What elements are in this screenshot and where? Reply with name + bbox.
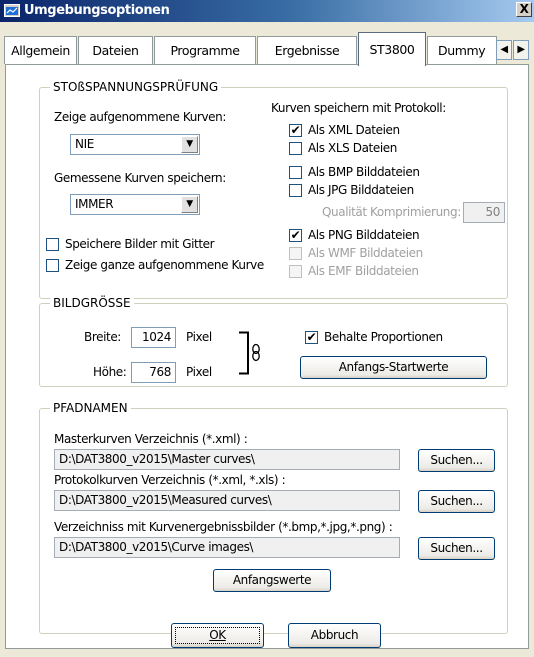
chevron-down-icon[interactable]: ▼	[181, 136, 198, 153]
tab-scroll-right-button[interactable]: ▶	[513, 40, 529, 60]
options-dialog: Umgebungsoptionen X Allgemein Dateien Pr…	[0, 0, 534, 657]
quality-label: Qualität Komprimierung:	[322, 205, 461, 219]
stoss-group-title: STOßSPANNUNGSPRÜFUNG	[50, 80, 222, 94]
protocol-dir-input[interactable]: D:\DAT3800_v2015\Measured curves\	[54, 490, 400, 511]
app-icon	[4, 4, 20, 17]
height-unit: Pixel	[186, 365, 212, 379]
as-png-label: Als PNG Bilddateien	[308, 228, 420, 242]
path-defaults-button[interactable]: Anfangswerte	[213, 569, 331, 592]
as-emf-label: Als EMF Bilddateien	[308, 264, 419, 278]
images-dir-search-button[interactable]: Suchen...	[418, 537, 495, 560]
images-dir-label: Verzeichniss mit Kurvenergebnissbilder (…	[54, 520, 393, 534]
bildgroesse-group: BILDGRÖSSE Breite: 1024 Pixel Höhe: 768 …	[39, 296, 508, 387]
bildgroesse-group-title: BILDGRÖSSE	[50, 296, 134, 310]
protocol-dir-label: Protokolkurven Verzeichnis (*.xml, *.xls…	[54, 473, 286, 487]
protocol-dir-search-button[interactable]: Suchen...	[418, 490, 495, 513]
protocol-label: Kurven speichern mit Protokoll:	[271, 101, 446, 115]
as-xls-label: Als XLS Dateien	[308, 141, 397, 155]
close-button[interactable]: X	[516, 2, 532, 17]
tab-programme[interactable]: Programme	[154, 36, 256, 64]
show-full-curve-checkbox[interactable]	[46, 259, 59, 272]
height-input[interactable]: 768	[131, 362, 176, 383]
save-curves-value: IMMER	[75, 197, 114, 211]
keep-proportions-checkbox[interactable]: ✔	[305, 330, 318, 344]
as-xls-checkbox[interactable]	[289, 142, 302, 155]
size-defaults-button[interactable]: Anfangs-Startwerte	[300, 356, 487, 379]
tab-allgemein[interactable]: Allgemein	[4, 36, 77, 64]
as-emf-checkbox[interactable]	[289, 265, 302, 278]
save-curves-label: Gemessene Kurven speichern:	[54, 171, 226, 185]
check-icon: ✔	[290, 228, 301, 242]
tab-dummy[interactable]: Dummy	[427, 36, 497, 64]
save-with-grid-label: Speichere Bilder mit Gitter	[65, 237, 215, 251]
show-curves-label: Zeige aufgenommene Kurven:	[54, 110, 226, 124]
show-curves-value: NIE	[75, 137, 94, 151]
as-bmp-label: Als BMP Bilddateien	[308, 165, 420, 179]
width-input[interactable]: 1024	[131, 327, 176, 348]
show-full-curve-label: Zeige ganze aufgenommene Kurve	[65, 258, 264, 272]
as-xml-label: Als XML Dateien	[308, 123, 400, 137]
chain-link-icon[interactable]	[238, 331, 264, 375]
ok-button[interactable]: OK	[171, 623, 264, 648]
keep-proportions-label: Behalte Proportionen	[324, 330, 443, 344]
window-title: Umgebungsoptionen	[24, 3, 170, 18]
stoss-group: STOßSPANNUNGSPRÜFUNG Zeige aufgenommene …	[39, 80, 508, 299]
as-jpg-checkbox[interactable]	[289, 184, 302, 197]
pfadnamen-group: PFADNAMEN Masterkurven Verzeichnis (*.xm…	[39, 401, 508, 634]
pfadnamen-group-title: PFADNAMEN	[50, 401, 131, 415]
as-wmf-label: Als WMF Bilddateien	[308, 246, 423, 260]
as-wmf-checkbox[interactable]	[289, 247, 302, 260]
tab-ergebnisse[interactable]: Ergebnisse	[257, 36, 357, 64]
cancel-button[interactable]: Abbruch	[288, 623, 381, 648]
chevron-down-icon[interactable]: ▼	[181, 196, 198, 213]
as-xml-checkbox[interactable]: ✔	[289, 123, 302, 137]
show-curves-select[interactable]: NIE ▼	[70, 134, 200, 155]
master-dir-search-button[interactable]: Suchen...	[418, 449, 495, 472]
as-jpg-label: Als JPG Bilddateien	[308, 183, 414, 197]
save-curves-select[interactable]: IMMER ▼	[70, 194, 200, 215]
tab-st3800[interactable]: ST3800	[358, 32, 426, 66]
tab-scroll-left-button[interactable]: ◀	[496, 40, 512, 60]
quality-input[interactable]: 50	[463, 202, 505, 223]
tab-dateien[interactable]: Dateien	[78, 36, 153, 64]
as-bmp-checkbox[interactable]	[289, 166, 302, 179]
images-dir-input[interactable]: D:\DAT3800_v2015\Curve images\	[54, 537, 400, 558]
title-bar: Umgebungsoptionen X	[0, 0, 534, 22]
width-label: Breite:	[84, 330, 121, 344]
check-icon: ✔	[306, 330, 317, 344]
height-label: Höhe:	[93, 365, 127, 379]
tab-panel-st3800: STOßSPANNUNGSPRÜFUNG Zeige aufgenommene …	[5, 64, 529, 649]
master-dir-label: Masterkurven Verzeichnis (*.xml) :	[54, 432, 248, 446]
width-unit: Pixel	[186, 330, 212, 344]
save-with-grid-checkbox[interactable]	[46, 238, 59, 251]
check-icon: ✔	[290, 123, 301, 137]
master-dir-input[interactable]: D:\DAT3800_v2015\Master curves\	[54, 449, 400, 470]
as-png-checkbox[interactable]: ✔	[289, 228, 302, 242]
